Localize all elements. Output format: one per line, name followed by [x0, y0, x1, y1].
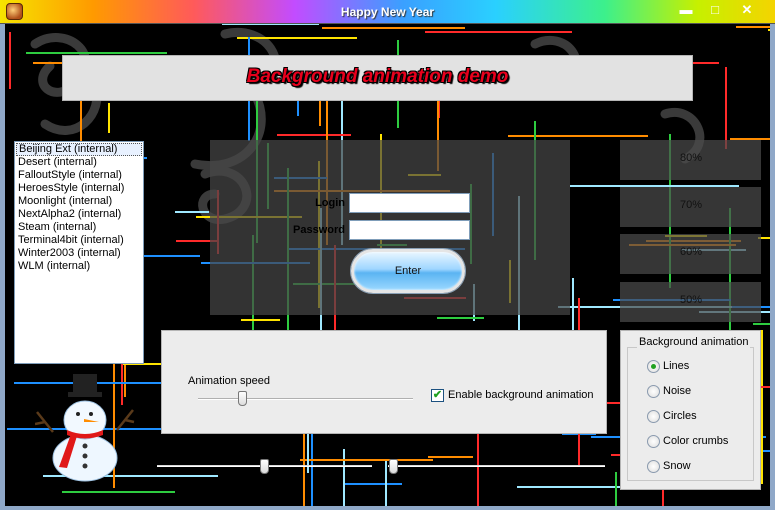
radio-label[interactable]: Snow	[663, 460, 691, 472]
radio-button[interactable]	[647, 410, 660, 423]
radio-button[interactable]	[647, 385, 660, 398]
password-input[interactable]	[349, 220, 470, 240]
opacity-label: 60%	[680, 246, 703, 258]
radio-label[interactable]: Color crumbs	[663, 435, 728, 447]
login-input[interactable]	[349, 193, 470, 213]
skin-list-item[interactable]: Beijing Ext (internal)	[16, 143, 142, 156]
window-frame-right	[770, 24, 775, 510]
opacity-panel-60: 60%	[620, 234, 761, 274]
radio-button[interactable]	[647, 435, 660, 448]
skin-list-item[interactable]: NextAlpha2 (internal)	[16, 208, 142, 221]
group-title: Background animation	[637, 336, 751, 348]
radio-label[interactable]: Circles	[663, 410, 697, 422]
radio-button[interactable]	[647, 460, 660, 473]
skin-list[interactable]: Beijing Ext (internal) Desert (internal) F…	[14, 141, 144, 364]
bottom-slider-2[interactable]	[389, 459, 398, 474]
opacity-label: 50%	[680, 294, 703, 306]
background-animation-group: Background animation Lines Noise Circles Co…	[620, 330, 761, 490]
radio-button[interactable]	[647, 360, 660, 373]
password-label: Password	[293, 224, 345, 236]
radio-label[interactable]: Lines	[663, 360, 689, 372]
enable-animation-checkbox[interactable]: ✔	[431, 389, 444, 402]
skin-list-item[interactable]: Steam (internal)	[16, 221, 142, 234]
skin-list-item[interactable]: Terminal4bit (internal)	[16, 234, 142, 247]
opacity-panel-50: 50%	[620, 282, 761, 322]
opacity-label: 80%	[680, 152, 703, 164]
enter-button[interactable]: Enter	[351, 249, 465, 293]
skin-list-item[interactable]: Winter2003 (internal)	[16, 247, 142, 260]
speed-panel: Animation speed ✔ Enable background anim…	[161, 330, 607, 434]
animation-speed-track[interactable]	[198, 398, 413, 400]
radio-label[interactable]: Noise	[663, 385, 691, 397]
skin-list-item[interactable]: Desert (internal)	[16, 156, 142, 169]
bottom-slider-track-2[interactable]	[388, 465, 605, 467]
skin-list-item[interactable]: Moonlight (internal)	[16, 195, 142, 208]
title-bar[interactable]: Happy New Year ▬ □ ✕	[0, 0, 775, 24]
enable-animation-label[interactable]: Enable background animation	[448, 389, 594, 401]
skin-list-item[interactable]: WLM (internal)	[16, 260, 142, 273]
opacity-panel-70: 70%	[620, 187, 761, 227]
close-button[interactable]: ✕	[731, 1, 763, 20]
animation-speed-label: Animation speed	[188, 375, 270, 387]
header-title: Background animation demo	[246, 66, 509, 87]
window-title: Happy New Year	[340, 5, 435, 19]
bottom-slider-1[interactable]	[260, 459, 269, 474]
login-label: Login	[315, 197, 345, 209]
skin-list-item[interactable]: FalloutStyle (internal)	[16, 169, 142, 182]
opacity-label: 70%	[680, 199, 703, 211]
maximize-button[interactable]: □	[702, 1, 728, 20]
animation-speed-slider[interactable]	[238, 391, 247, 406]
skin-list-item[interactable]: HeroesStyle (internal)	[16, 182, 142, 195]
window-frame-bottom	[0, 506, 775, 510]
minimize-button[interactable]: ▬	[673, 1, 699, 20]
header-panel: Background animation demo	[62, 55, 693, 101]
snowman-icon	[35, 374, 135, 482]
opacity-panel-80: 80%	[620, 140, 761, 180]
